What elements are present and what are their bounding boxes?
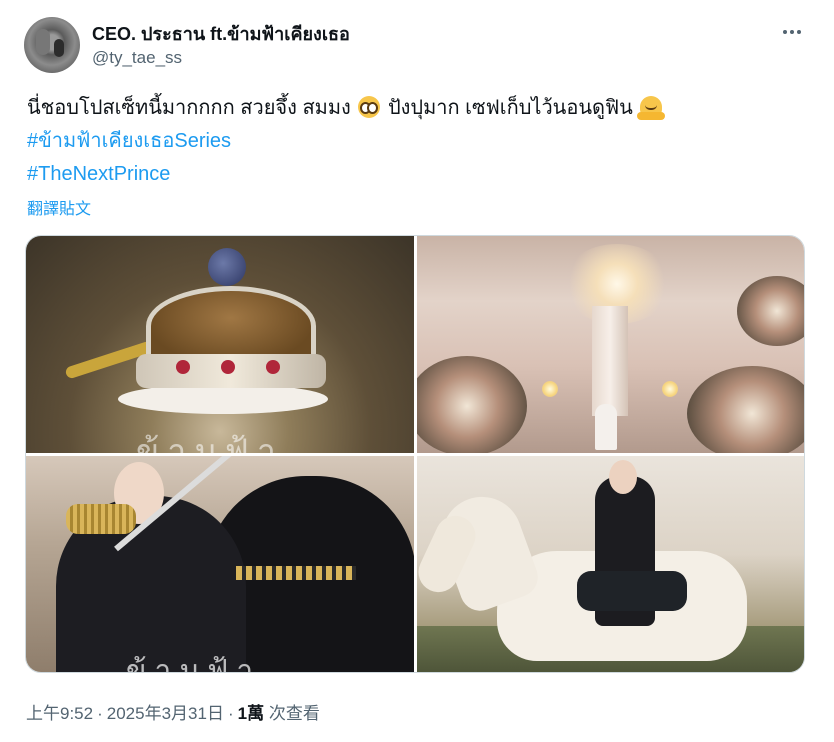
chapel-photo[interactable] — [417, 236, 804, 453]
photo-caption: ข้ามฟ้า — [126, 654, 262, 673]
tweet-text-part2: ปังปุมาก เซฟเก็บไว้นอนดูฟิน — [387, 97, 633, 119]
flowers-shape — [687, 366, 804, 453]
horse-photo[interactable] — [417, 456, 804, 672]
display-name[interactable]: CEO. ประธาน ft.ข้ามฟ้าเคียงเธอ — [92, 19, 350, 48]
rider-face-shape — [609, 460, 637, 494]
flowers-shape — [737, 276, 804, 346]
flowers-shape — [417, 356, 527, 453]
tweet-text-line: นี่ชอบโปสเซ็ทนี้มากกกก สวยจึ้ง สมมง ปังป… — [27, 92, 807, 125]
gem-shape — [221, 360, 235, 374]
tweet-card: CEO. ประธาน ft.ข้ามฟ้าเคียงเธอ @ty_tae_s… — [0, 0, 834, 742]
more-horizontal-icon[interactable] — [776, 20, 808, 44]
saddle-shape — [577, 571, 687, 611]
crown-cushion-shape — [118, 384, 328, 414]
candle-shape — [662, 381, 678, 397]
crown-photo[interactable]: ข้ามฟ้า — [26, 236, 414, 453]
translate-post-link[interactable]: 翻譯貼文 — [27, 195, 91, 219]
pillar-shape — [592, 306, 628, 416]
user-handle[interactable]: @ty_tae_ss — [92, 48, 182, 68]
hashtag-link[interactable]: #TheNextPrince — [27, 158, 807, 191]
meta-separator: · — [227, 704, 234, 723]
tweet-meta: 上午9:52 · 2025年3月31日 · 1萬 次查看 — [26, 699, 320, 724]
soldiers-photo[interactable]: ข้ามฟ้า — [26, 456, 414, 673]
braid-shape — [236, 566, 356, 580]
gem-shape — [176, 360, 190, 374]
hashtag-link[interactable]: #ข้ามฟ้าเคียงเธอSeries — [27, 125, 807, 158]
candle-shape — [542, 381, 558, 397]
views-label: 次查看 — [268, 704, 320, 723]
photo-caption: ข้ามฟ้า — [136, 432, 284, 453]
figure-shape — [595, 404, 617, 450]
post-date[interactable]: 2025年3月31日 — [107, 704, 224, 723]
tweet-text: นี่ชอบโปสเซ็ทนี้มากกกก สวยจึ้ง สมมง ปังป… — [27, 92, 807, 191]
melting-face-emoji — [637, 96, 666, 120]
epaulet-shape — [66, 504, 136, 534]
crown-orb-shape — [208, 248, 246, 286]
views-count: 1萬 — [237, 704, 265, 723]
post-time[interactable]: 上午9:52 — [26, 704, 93, 723]
avatar[interactable] — [24, 17, 80, 73]
media-grid: ข้ามฟ้า ข้ามฟ้า — [25, 235, 805, 673]
gem-shape — [266, 360, 280, 374]
pleading-face-emoji — [358, 96, 381, 118]
tweet-text-part1: นี่ชอบโปสเซ็ทนี้มากกกก สวยจึ้ง สมมง — [27, 97, 351, 119]
meta-separator: · — [97, 704, 103, 723]
